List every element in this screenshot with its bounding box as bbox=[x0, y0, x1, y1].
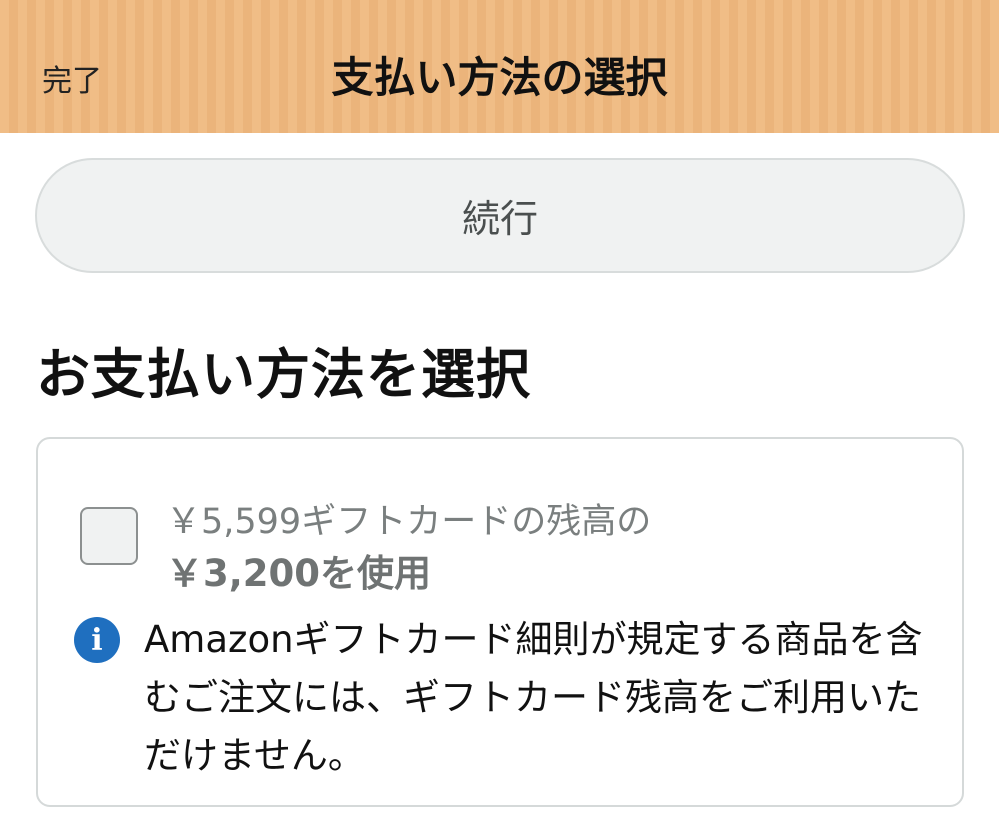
info-icon: i bbox=[74, 617, 120, 663]
top-navigation-bar: 完了 支払い方法の選択 bbox=[0, 0, 999, 133]
gift-card-use-amount: ￥3,200を使用 bbox=[166, 552, 432, 595]
gift-card-balance-panel: ￥5,599ギフトカードの残高の ￥3,200を使用 i Amazonギフトカー… bbox=[36, 437, 964, 807]
use-gift-card-checkbox[interactable] bbox=[80, 507, 138, 565]
gift-card-balance-label: ￥5,599ギフトカードの残高の bbox=[166, 502, 652, 542]
section-heading: お支払い方法を選択 bbox=[36, 343, 531, 406]
gift-card-restriction-notice: Amazonギフトカード細則が規定する商品を含むご注文には、ギフトカード残高をご… bbox=[144, 618, 923, 777]
page-title: 支払い方法の選択 bbox=[331, 53, 668, 102]
continue-button[interactable]: 続行 bbox=[35, 158, 965, 273]
